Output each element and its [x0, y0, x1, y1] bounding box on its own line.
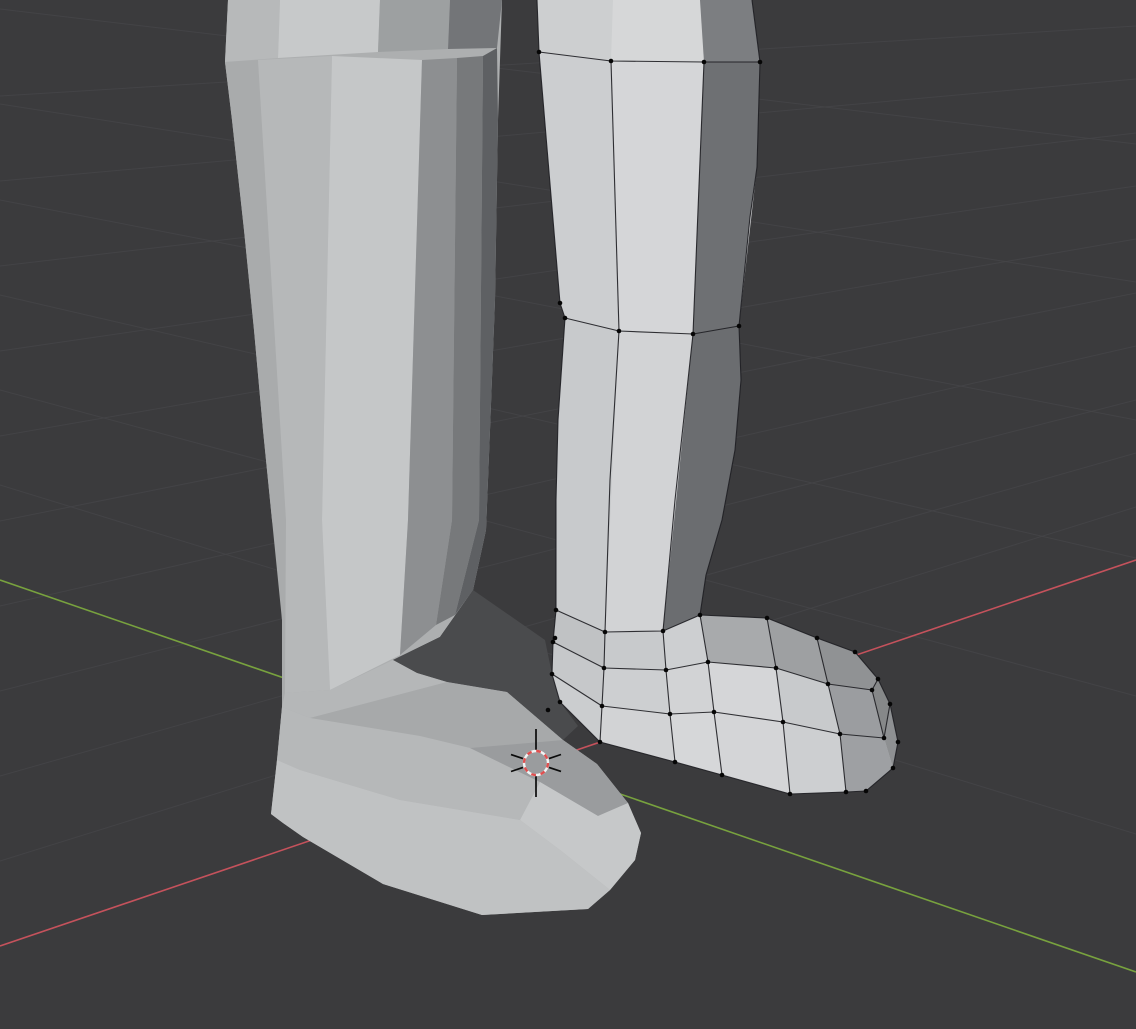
blender-3d-viewport[interactable] — [0, 0, 1136, 1029]
viewport-canvas[interactable] — [0, 0, 1136, 1029]
